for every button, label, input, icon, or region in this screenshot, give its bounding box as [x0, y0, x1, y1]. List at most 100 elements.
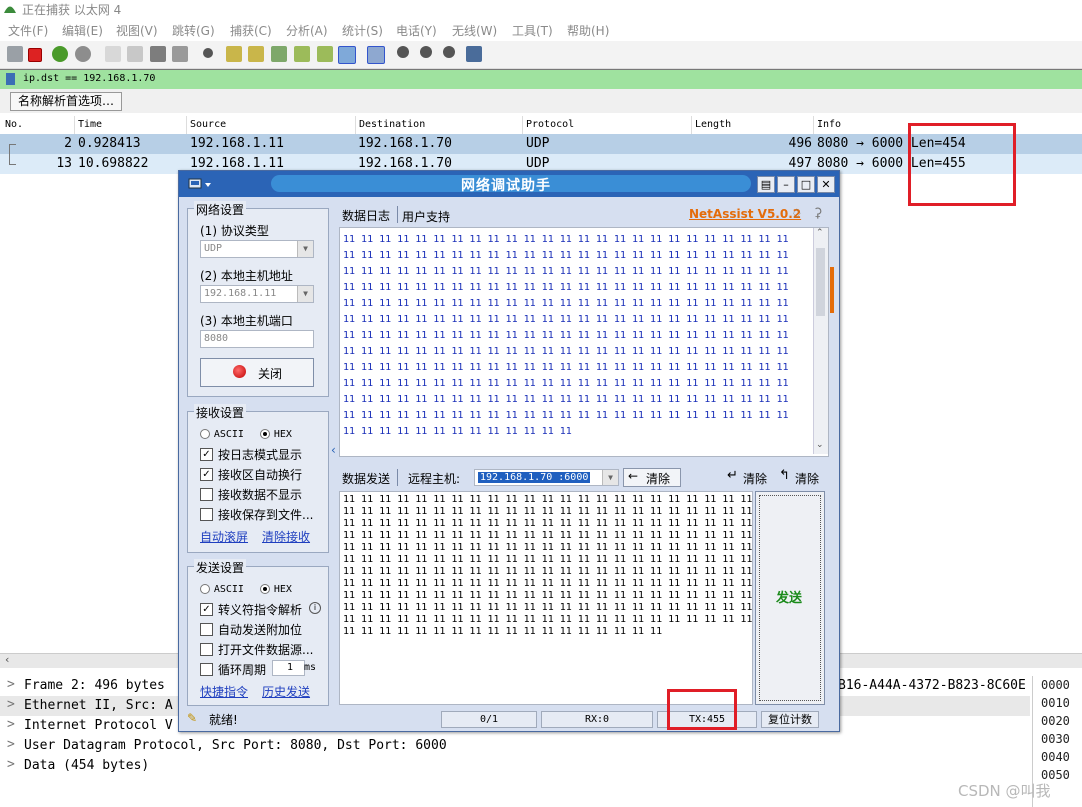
zoom-in-icon[interactable]	[397, 46, 409, 58]
receive-scrollbar[interactable]: ⌃ ⌄	[813, 228, 828, 454]
col-length[interactable]: Length	[695, 119, 731, 130]
collapse-panel-icon[interactable]: ‹	[331, 443, 336, 457]
send-ascii-radio[interactable]: ASCII	[200, 581, 244, 595]
radio-icon[interactable]	[200, 583, 210, 594]
zoom-normal-icon[interactable]	[443, 46, 455, 58]
radio-icon[interactable]	[200, 428, 210, 439]
go-to-packet-icon[interactable]	[271, 46, 287, 62]
detail-udp[interactable]: > User Datagram Protocol, Src Port: 8080,…	[0, 736, 1030, 756]
radio-icon[interactable]	[260, 428, 270, 439]
send-data-area[interactable]: 11 11 11 11 11 11 11 11 11 11 11 11 11 1…	[339, 491, 789, 705]
chevron-down-icon[interactable]: ▼	[297, 241, 313, 257]
save-file-icon[interactable]	[127, 46, 143, 62]
col-time[interactable]: Time	[78, 119, 102, 130]
checkbox-checked-icon[interactable]: ✓	[200, 448, 213, 461]
close-icon[interactable]: ✕	[817, 176, 835, 193]
col-no[interactable]: No.	[5, 119, 23, 130]
host-addr-select[interactable]: 192.168.1.11 ▼	[200, 285, 314, 303]
menu-wireless[interactable]: 无线(W)	[452, 22, 497, 39]
clear-receive-link[interactable]: 清除接收	[262, 528, 310, 545]
loop-period-input[interactable]: 1	[272, 660, 305, 676]
expand-arrow-icon[interactable]: >	[7, 677, 15, 692]
menu-telephony[interactable]: 电话(Y)	[396, 22, 437, 39]
pin-icon[interactable]: ▤	[757, 176, 775, 193]
quick-command-link[interactable]: 快捷指令	[200, 683, 248, 700]
bookmark-icon[interactable]	[6, 73, 15, 85]
reset-count-button[interactable]: 复位计数	[761, 711, 819, 728]
close-file-icon[interactable]	[150, 46, 166, 62]
col-protocol[interactable]: Protocol	[526, 119, 574, 130]
scroll-up-icon[interactable]: ⌃	[816, 228, 824, 238]
bell-icon[interactable]: ⚳	[813, 206, 823, 221]
close-connection-button[interactable]: 关闭	[200, 358, 314, 387]
tab-data-send[interactable]: 数据发送	[342, 470, 390, 487]
checkbox-icon[interactable]	[200, 623, 213, 636]
menu-tools[interactable]: 工具(T)	[512, 22, 553, 39]
scroll-left-icon[interactable]: ‹	[5, 653, 9, 666]
checkbox-icon[interactable]	[200, 663, 213, 676]
netassist-title-bar[interactable]: 网络调试助手 ▤ – □ ✕	[179, 171, 839, 197]
start-capture-icon[interactable]	[7, 46, 23, 62]
go-forward-icon[interactable]	[248, 46, 264, 62]
info-icon[interactable]: i	[309, 602, 321, 614]
autoscroll-icon[interactable]	[338, 46, 356, 64]
colorize-icon[interactable]	[367, 46, 385, 64]
remote-host-select[interactable]: 192.168.1.70 :6000 ▼	[474, 469, 619, 486]
recv-hex-radio[interactable]: HEX	[260, 426, 292, 440]
send-button[interactable]: 发送	[755, 491, 825, 705]
checkbox-icon[interactable]	[200, 643, 213, 656]
clear-all-button[interactable]: 清除	[795, 470, 819, 487]
name-resolution-button[interactable]: 名称解析首选项…	[10, 92, 123, 111]
chevron-down-icon[interactable]: ▼	[602, 470, 618, 485]
go-first-icon[interactable]	[294, 46, 310, 62]
scroll-thumb[interactable]	[816, 248, 825, 316]
clear-remote-button[interactable]: ← 清除	[623, 468, 681, 487]
minimize-icon[interactable]: –	[777, 176, 795, 193]
stop-capture-icon[interactable]	[28, 48, 42, 62]
tab-user-support[interactable]: 用户支持	[402, 208, 450, 225]
restart-capture-icon[interactable]	[52, 46, 68, 62]
col-destination[interactable]: Destination	[359, 119, 425, 130]
clear-all-icon[interactable]: ↰	[779, 468, 790, 483]
menu-file[interactable]: 文件(F)	[8, 22, 48, 39]
menu-analyze[interactable]: 分析(A)	[286, 22, 328, 39]
checkbox-checked-icon[interactable]: ✓	[200, 603, 213, 616]
display-filter-bar[interactable]: ip.dst == 192.168.1.70	[0, 69, 1082, 90]
diamond-icon[interactable]: ♢	[791, 207, 803, 222]
menu-statistics[interactable]: 统计(S)	[342, 22, 383, 39]
send-hex-radio[interactable]: HEX	[260, 581, 292, 595]
send-history-link[interactable]: 历史发送	[262, 683, 310, 700]
expand-arrow-icon[interactable]: >	[7, 737, 15, 752]
col-source[interactable]: Source	[190, 119, 226, 130]
checkbox-icon[interactable]	[200, 488, 213, 501]
col-info[interactable]: Info	[817, 119, 841, 130]
system-menu-icon[interactable]	[188, 176, 214, 192]
protocol-select[interactable]: UDP ▼	[200, 240, 314, 258]
resize-handle[interactable]	[830, 267, 834, 313]
host-port-input[interactable]: 8080	[200, 330, 314, 348]
go-last-icon[interactable]	[317, 46, 333, 62]
reload-icon[interactable]	[172, 46, 188, 62]
zoom-out-icon[interactable]	[420, 46, 432, 58]
menu-edit[interactable]: 编辑(E)	[62, 22, 103, 39]
clear-send-icon[interactable]: ↵	[727, 468, 738, 483]
find-packet-icon[interactable]	[203, 48, 213, 58]
netassist-version-link[interactable]: NetAssist V5.0.2	[689, 207, 801, 221]
tab-data-log[interactable]: 数据日志	[342, 207, 390, 224]
menu-capture[interactable]: 捕获(C)	[230, 22, 272, 39]
scroll-down-icon[interactable]: ⌄	[816, 440, 824, 450]
capture-options-icon[interactable]	[75, 46, 91, 62]
clear-send-button[interactable]: 清除	[743, 470, 767, 487]
detail-data[interactable]: > Data (454 bytes)	[0, 756, 1030, 776]
menu-go[interactable]: 跳转(G)	[172, 22, 215, 39]
expand-arrow-icon[interactable]: >	[7, 717, 15, 732]
maximize-icon[interactable]: □	[797, 176, 815, 193]
chevron-down-icon[interactable]: ▼	[297, 286, 313, 302]
radio-icon[interactable]	[260, 583, 270, 594]
display-filter-input[interactable]: ip.dst == 192.168.1.70	[23, 73, 155, 84]
expand-arrow-icon[interactable]: >	[7, 697, 15, 712]
checkbox-checked-icon[interactable]: ✓	[200, 468, 213, 481]
receive-data-area[interactable]: 11 11 11 11 11 11 11 11 11 11 11 11 11 1…	[339, 227, 829, 457]
recv-ascii-radio[interactable]: ASCII	[200, 426, 244, 440]
checkbox-icon[interactable]	[200, 508, 213, 521]
